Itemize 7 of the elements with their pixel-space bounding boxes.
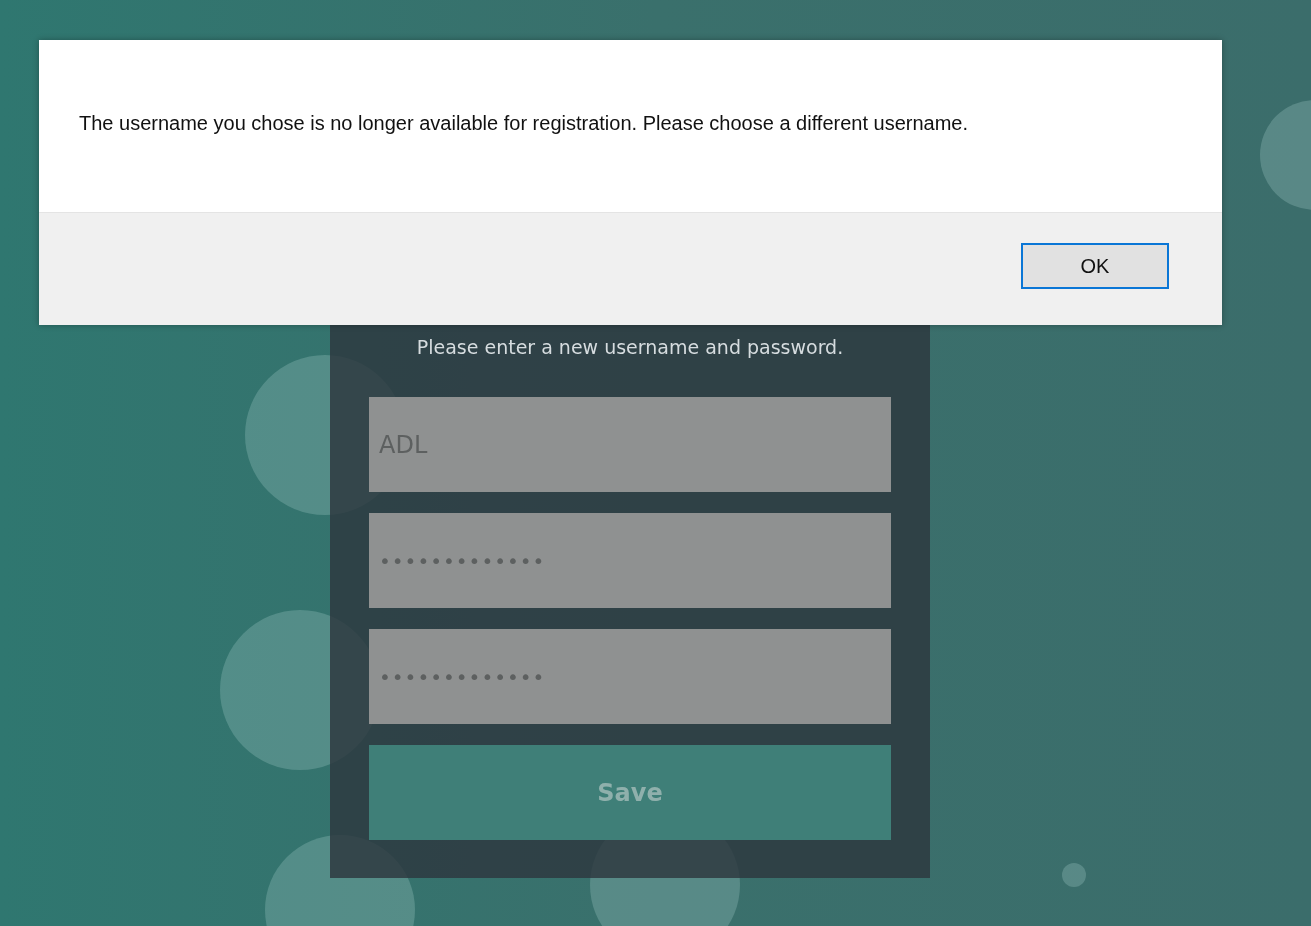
dialog-message: The username you chose is no longer available for registration. Please choose a different username.	[79, 112, 969, 134]
bokeh-circle	[1062, 863, 1086, 887]
password-field[interactable]: •••••••••••••	[369, 629, 891, 724]
password-field[interactable]: •••••••••••••	[369, 513, 891, 608]
ok-button[interactable]: OK	[1021, 243, 1169, 289]
instruction-text: Please enter a new username and password.	[415, 336, 845, 358]
save-button[interactable]: Save	[369, 745, 891, 840]
